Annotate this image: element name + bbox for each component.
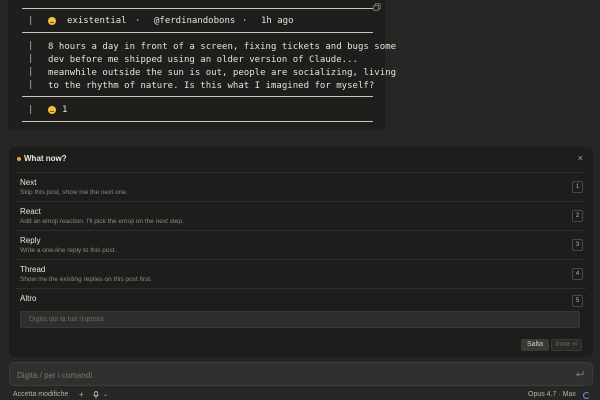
send-button[interactable]: Invia ⏎: [551, 339, 582, 351]
option-label: Next: [20, 178, 37, 187]
option-other[interactable]: Altro 5: [16, 288, 586, 309]
grimace-emoji[interactable]: [48, 106, 56, 114]
post-author[interactable]: @ferdinandobons: [154, 16, 235, 26]
copy-icon[interactable]: [373, 3, 381, 11]
skip-button[interactable]: Salta: [521, 339, 549, 351]
option-label: React: [20, 207, 41, 216]
close-button[interactable]: ×: [578, 153, 583, 163]
post-header-rule: [22, 32, 373, 33]
post-body-line: meanwhile outside the sun is out, people…: [48, 68, 397, 78]
post-bar: |: [28, 80, 34, 90]
other-answer-input[interactable]: [20, 311, 580, 328]
command-composer: [9, 362, 593, 386]
option-react[interactable]: React Add an emoji reaction. I'll pick t…: [16, 201, 586, 231]
post-bar: |: [28, 54, 34, 64]
post-bar: |: [28, 67, 34, 77]
post-top-rule: [22, 8, 373, 9]
mic-icon[interactable]: [93, 391, 99, 399]
option-next[interactable]: Next Skip this post, show me the next on…: [16, 172, 586, 202]
post-bar: |: [28, 41, 34, 51]
chevron-down-icon[interactable]: ⌄: [103, 391, 108, 398]
post-separator: ·: [242, 16, 248, 26]
option-key-badge: 1: [572, 181, 583, 193]
post-card: | existential · @ferdinandobons · 1h ago…: [8, 0, 396, 130]
question-title: What now?: [24, 154, 67, 163]
post-mood: existential: [67, 16, 127, 26]
post-body-rule: [22, 96, 373, 97]
model-selector[interactable]: Opus 4.7 · Max: [528, 391, 576, 398]
option-label: Altro: [20, 294, 37, 303]
thinking-face-emoji: [48, 17, 56, 25]
post-separator: ·: [135, 16, 141, 26]
option-key-badge: 5: [572, 295, 583, 307]
post-bar: |: [28, 105, 34, 115]
option-description: Add an emoji reaction. I'll pick the emo…: [20, 218, 184, 225]
option-key-badge: 2: [572, 210, 583, 222]
option-label: Thread: [20, 265, 46, 274]
option-key-badge: 3: [572, 239, 583, 251]
option-description: Show me the existing replies on this pos…: [20, 276, 152, 283]
post-body-line: 8 hours a day in front of a screen, fixi…: [48, 42, 397, 52]
question-panel: What now? × Next Skip this post, show me…: [9, 147, 593, 357]
option-description: Write a one-line reply to this post.: [20, 247, 117, 254]
option-reply[interactable]: Reply Write a one-line reply to this pos…: [16, 230, 586, 260]
post-bottom-rule: [22, 121, 373, 122]
status-footer: Accetta modifiche + ⌄ Opus 4.7 · Max: [0, 390, 600, 400]
post-bar: |: [28, 16, 34, 26]
post-body-line: to the rhythm of nature. Is this what I …: [48, 81, 375, 91]
post-time: 1h ago: [261, 16, 294, 26]
option-key-badge: 4: [572, 268, 583, 280]
command-input[interactable]: [15, 367, 559, 383]
accept-changes-button[interactable]: Accetta modifiche: [13, 391, 68, 398]
question-header: What now?: [17, 154, 67, 163]
option-thread[interactable]: Thread Show me the existing replies on t…: [16, 259, 586, 289]
loading-spinner-icon: [583, 392, 590, 399]
add-icon[interactable]: +: [79, 390, 84, 399]
post-body-line: dev before me shipped using an older ver…: [48, 55, 358, 65]
reaction-count: 1: [62, 105, 68, 115]
option-description: Skip this post, show me the next one.: [20, 189, 128, 196]
enter-icon[interactable]: [575, 370, 584, 378]
option-label: Reply: [20, 236, 41, 245]
status-dot-icon: [17, 156, 21, 161]
